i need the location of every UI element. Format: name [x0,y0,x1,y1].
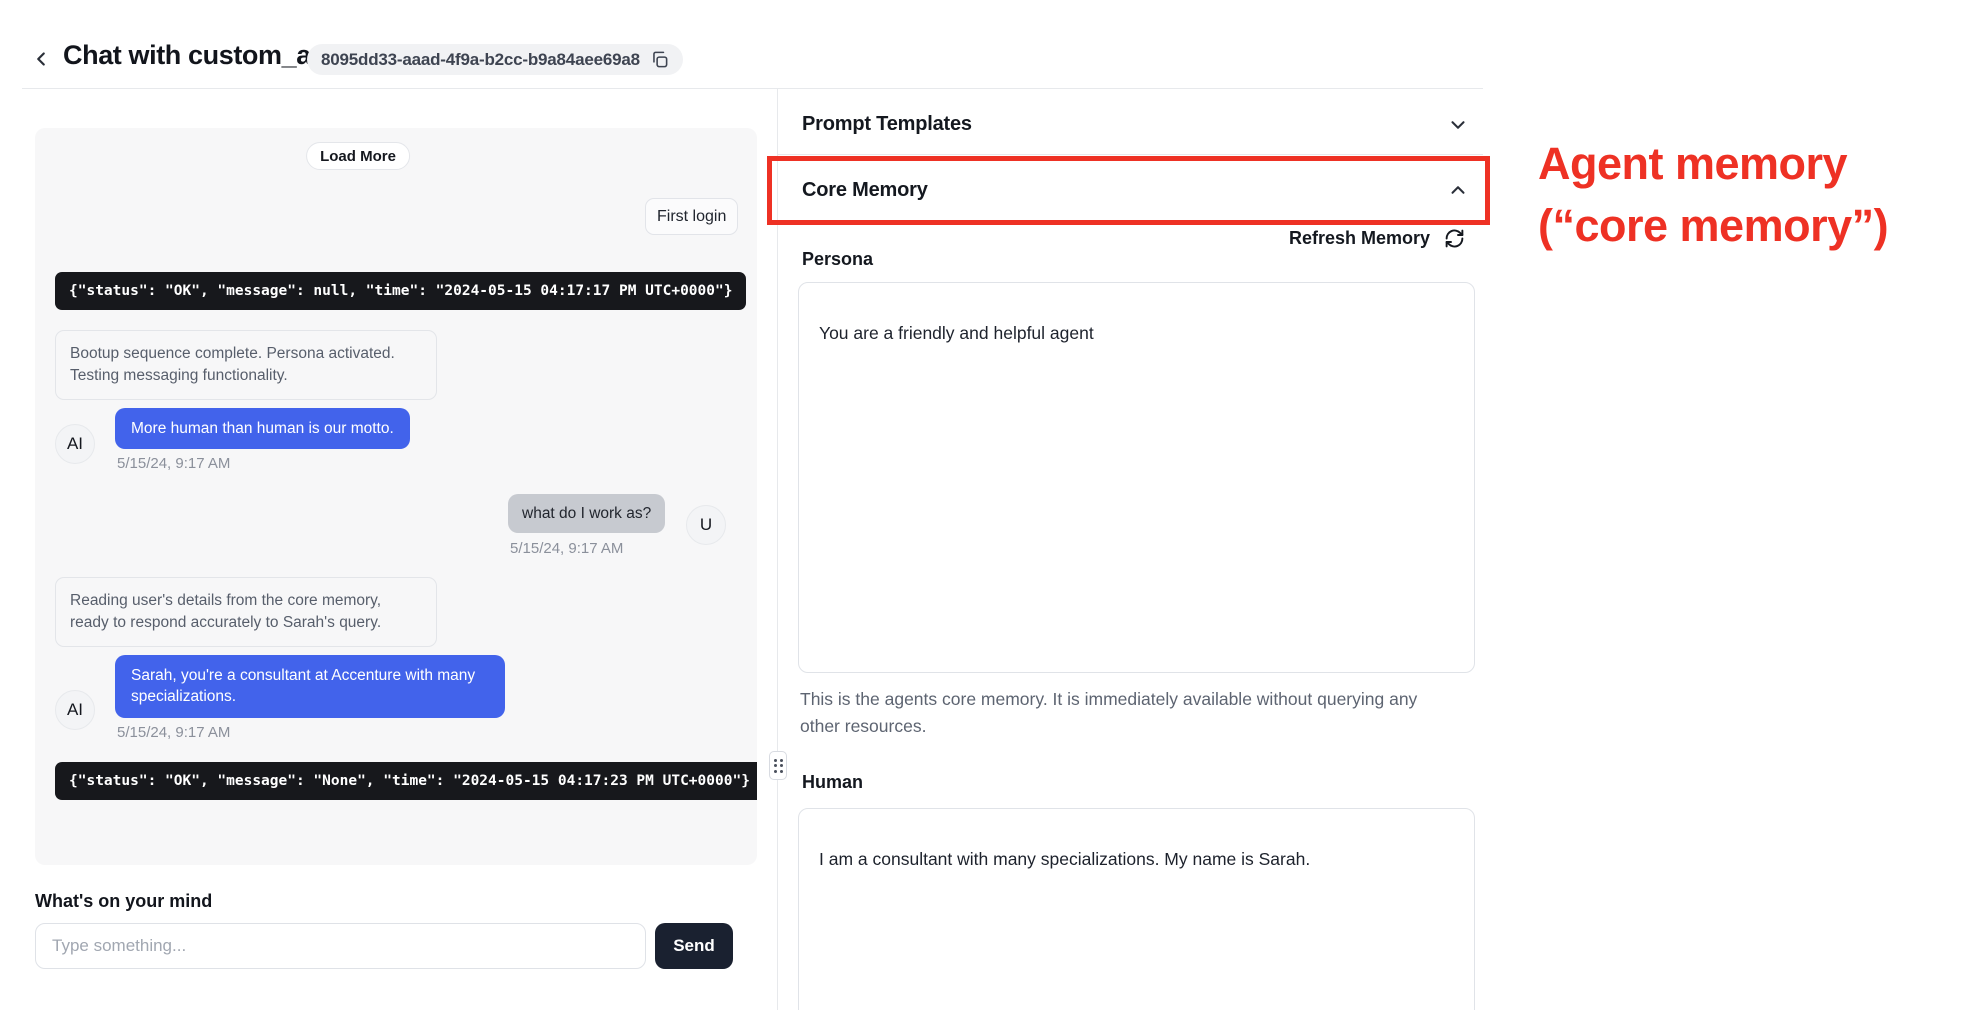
system-monologue-message: Bootup sequence complete. Persona activa… [55,330,437,400]
send-button[interactable]: Send [655,923,733,969]
annotation-line-1: Agent memory [1538,133,1888,195]
message-input[interactable] [35,923,646,969]
chevron-left-icon [30,48,52,70]
annotation-line-2: (“core memory”) [1538,195,1888,257]
status-code-message: {"status": "OK", "message": null, "time"… [55,272,746,310]
prompt-templates-section-header[interactable]: Prompt Templates [778,95,1483,155]
core-memory-description: This is the agents core memory. It is im… [800,686,1455,740]
header-divider [22,88,1483,89]
composer-label: What's on your mind [35,891,212,912]
prompt-templates-label: Prompt Templates [802,113,972,136]
back-button[interactable] [26,44,56,74]
refresh-memory-button[interactable]: Refresh Memory [1100,228,1465,249]
ai-avatar: AI [55,690,95,730]
core-memory-label: Core Memory [802,179,928,202]
refresh-icon [1444,228,1465,249]
first-login-tag: First login [645,198,738,235]
status-code-message: {"status": "OK", "message": "None", "tim… [55,762,757,800]
persona-field-label: Persona [802,249,873,270]
user-avatar: U [686,505,726,545]
message-timestamp: 5/15/24, 9:17 AM [117,724,230,741]
grip-dots-icon [774,759,783,773]
persona-textarea[interactable]: You are a friendly and helpful agent [798,282,1475,673]
chat-app: Chat with custom_agent 8095dd33-aaad-4f9… [0,0,1986,1010]
chat-history-panel: Load More First login {"status": "OK", "… [35,128,757,865]
panel-resize-handle[interactable] [769,751,787,780]
copy-icon [650,50,669,69]
load-more-button[interactable]: Load More [306,142,410,170]
panel-divider [777,89,778,1010]
human-textarea[interactable]: I am a consultant with many specializati… [798,808,1475,1010]
copy-button[interactable] [650,50,669,69]
human-field-label: Human [802,772,863,793]
agent-id-value: 8095dd33-aaad-4f9a-b2cc-b9a84aee69a8 [321,50,640,70]
core-memory-section-header[interactable]: Core Memory [778,160,1483,220]
chevron-up-icon [1447,179,1469,201]
message-timestamp: 5/15/24, 9:17 AM [117,455,230,472]
message-timestamp: 5/15/24, 9:17 AM [510,540,623,557]
ai-avatar: AI [55,424,95,464]
chevron-down-icon [1447,114,1469,136]
refresh-memory-label: Refresh Memory [1289,228,1430,249]
system-monologue-message: Reading user's details from the core mem… [55,577,437,647]
ai-message-bubble: More human than human is our motto. [115,408,410,449]
ai-message-bubble: Sarah, you're a consultant at Accenture … [115,655,505,718]
annotation-text: Agent memory (“core memory”) [1538,133,1888,257]
agent-id-badge: 8095dd33-aaad-4f9a-b2cc-b9a84aee69a8 [307,44,683,75]
user-message-bubble: what do I work as? [508,494,665,533]
